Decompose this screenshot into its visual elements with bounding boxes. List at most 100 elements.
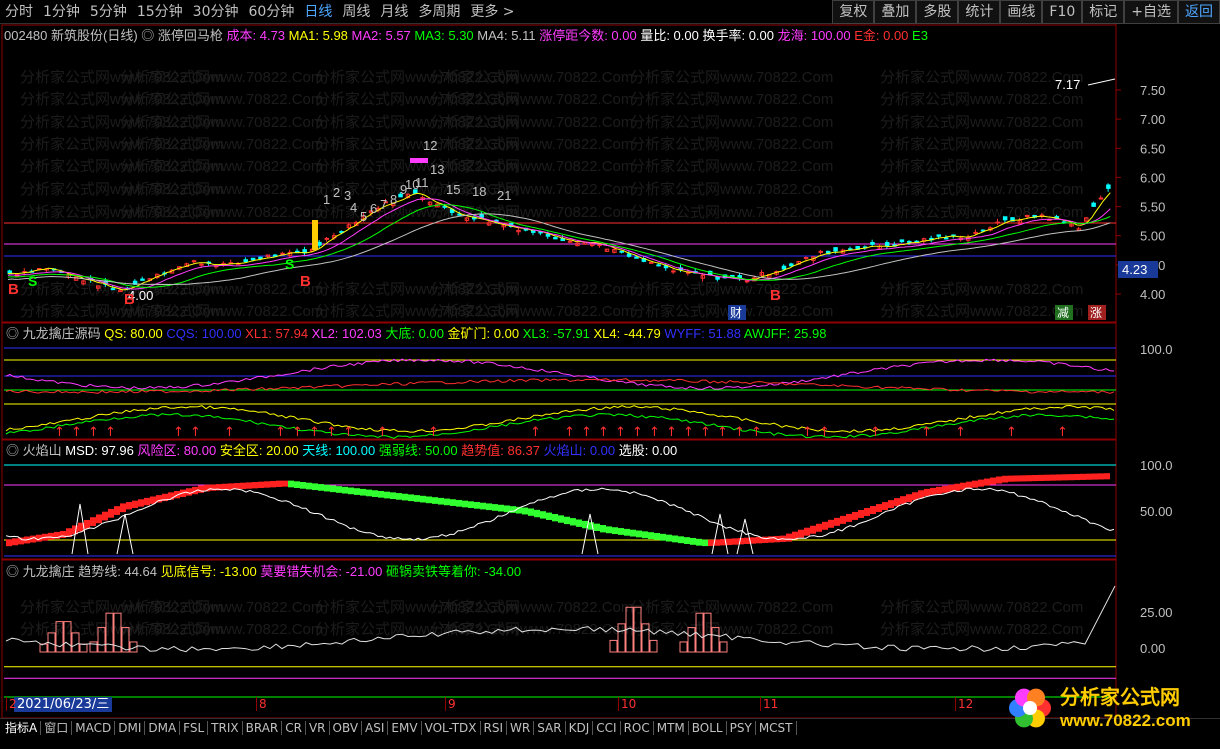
trend-block <box>384 491 390 499</box>
logo-name: 分析家公式网 <box>1060 685 1180 709</box>
tool-button-0[interactable]: 复权 <box>832 0 875 24</box>
panel2-field-8: WYFF: 51.88 <box>664 326 743 341</box>
y-tick-label: 4.00 <box>1140 287 1165 302</box>
candle-body <box>567 240 573 243</box>
indicator-tab-22[interactable]: PSY <box>727 721 756 735</box>
trend-block <box>1104 473 1110 480</box>
tool-button-7[interactable]: +自选 <box>1124 0 1178 24</box>
period-tab-2[interactable]: 5分钟 <box>85 0 132 24</box>
period-tab-8[interactable]: 月线 <box>375 0 413 24</box>
watermark-text: 分析家公式网www.70822.Com <box>880 91 1083 108</box>
watermark-text: 分析家公式网www.70822.Com <box>880 621 1083 638</box>
period-tab-0[interactable]: 分时 <box>0 0 38 24</box>
tool-button-3[interactable]: 统计 <box>958 0 1001 24</box>
trend-block <box>270 480 276 488</box>
trend-block <box>900 496 906 505</box>
buy-arrow-icon: ↑ <box>700 425 711 440</box>
tool-button-6[interactable]: 标记 <box>1082 0 1125 24</box>
trend-block <box>450 499 456 506</box>
indicator-tab-14[interactable]: RSI <box>481 721 508 735</box>
trend-block <box>906 494 912 503</box>
indicator-tab-11[interactable]: ASI <box>362 721 389 735</box>
indicator-tab-17[interactable]: KDJ <box>566 721 594 735</box>
indicator-tab-20[interactable]: MTM <box>654 721 689 735</box>
watermark-text: 分析家公式网www.70822.Com <box>630 114 833 131</box>
period-tab-9[interactable]: 多周期 <box>413 0 465 24</box>
indicator-tab-7[interactable]: BRAR <box>243 721 283 735</box>
watermark-text: 分析家公式网www.70822.Com <box>880 303 1083 320</box>
indicator-tab-0[interactable]: 指标A <box>2 721 42 735</box>
indicator-tab-23[interactable]: MCST <box>756 721 797 735</box>
count-label: 6 <box>370 201 377 216</box>
candle-body <box>110 288 116 291</box>
indicator-tab-1[interactable]: 窗口 <box>41 721 73 735</box>
trend-block <box>336 486 342 493</box>
y-tick-label: 6.00 <box>1140 170 1165 185</box>
chart-area[interactable]: 分析家公式网www.70822.Com 分析家公式网www.70822.Com 分析… <box>0 24 1220 718</box>
indicator-tab-5[interactable]: FSL <box>180 721 209 735</box>
trend-block <box>6 539 12 547</box>
indicator-tab-12[interactable]: EMV <box>388 721 422 735</box>
tool-button-1[interactable]: 叠加 <box>874 0 917 24</box>
indicator-tab-2[interactable]: MACD <box>72 721 116 735</box>
signal-bar <box>39 643 48 653</box>
tool-button-8[interactable]: 返回 <box>1178 0 1220 24</box>
candle-body <box>199 263 204 266</box>
indicator-tab-3[interactable]: DMI <box>115 721 146 735</box>
watermark-layer: 分析家公式网www.70822.Com 分析家公式网www.70822.Com 分析… <box>20 69 1083 638</box>
trend-block <box>576 519 582 527</box>
main-field-4: MA4: 5.11 <box>477 28 539 43</box>
trend-block <box>486 503 492 511</box>
indicator-tab-18[interactable]: CCI <box>593 721 621 735</box>
indicator-tab-4[interactable]: DMA <box>145 721 181 735</box>
period-tab-3[interactable]: 15分钟 <box>132 0 188 24</box>
panel4-field-0: 趋势线: 44.64 <box>78 564 160 579</box>
indicator-tab-9[interactable]: VR <box>306 721 330 735</box>
indicator-tab-19[interactable]: ROC <box>621 721 654 735</box>
indicator-tab-15[interactable]: WR <box>507 721 535 735</box>
indicator-tab-6[interactable]: TRIX <box>208 721 243 735</box>
candle-body <box>191 260 197 263</box>
main-field-1: MA1: 5.98 <box>289 28 352 43</box>
candle-body <box>634 256 639 259</box>
panel3-field-2: 安全区: 20.00 <box>220 443 302 458</box>
panel3-y-tick: 50.00 <box>1140 504 1173 519</box>
watermark-text: 分析家公式网www.70822.Com <box>880 114 1083 131</box>
trend-block <box>510 506 516 513</box>
trend-block <box>564 516 570 525</box>
main-field-8: 龙海: 100.00 <box>778 28 855 43</box>
period-tab-5[interactable]: 60分钟 <box>244 0 300 24</box>
period-tab-7[interactable]: 周线 <box>337 0 375 24</box>
tool-button-4[interactable]: 画线 <box>1000 0 1043 24</box>
panel-frame-3 <box>1 559 1117 718</box>
trend-block <box>678 536 684 544</box>
buy-arrow-icon: ↑ <box>802 425 813 440</box>
indicator-tab-8[interactable]: CR <box>282 721 306 735</box>
indicator-tab-16[interactable]: SAR <box>534 721 566 735</box>
period-tab-1[interactable]: 1分钟 <box>38 0 85 24</box>
tool-button-5[interactable]: F10 <box>1042 0 1083 24</box>
trend-block <box>414 495 420 502</box>
tool-button-2[interactable]: 多股 <box>916 0 959 24</box>
trend-block <box>102 511 108 521</box>
main-field-6: 量比: 0.00 <box>640 28 702 43</box>
candle-body <box>648 261 654 264</box>
trend-block <box>642 531 648 539</box>
trend-block <box>552 513 558 522</box>
sell-signal-0: S <box>28 273 37 289</box>
indicator-tab-13[interactable]: VOL-TDX <box>422 721 481 735</box>
trend-block <box>378 490 384 498</box>
panel4-field-1: 见底信号: -13.00 <box>161 564 261 579</box>
panel2-field-0: QS: 80.00 <box>104 326 166 341</box>
period-tab-10[interactable]: 更多 > <box>465 0 519 24</box>
indicator-tab-21[interactable]: BOLL <box>689 721 727 735</box>
buy-arrow-icon: ↑ <box>1057 425 1068 440</box>
trend-block <box>474 502 480 509</box>
candle-body <box>943 237 949 240</box>
period-tab-6[interactable]: 日线 <box>299 0 337 24</box>
period-tabs: 分时 1分钟 5分钟 15分钟 30分钟 60分钟 日线 周线 月线 多周期 更多 > <box>0 0 520 24</box>
event-badge-text: 涨 <box>1090 305 1102 320</box>
period-tab-4[interactable]: 30分钟 <box>188 0 244 24</box>
indicator-tab-10[interactable]: OBV <box>330 721 363 735</box>
trend-block <box>696 538 702 546</box>
